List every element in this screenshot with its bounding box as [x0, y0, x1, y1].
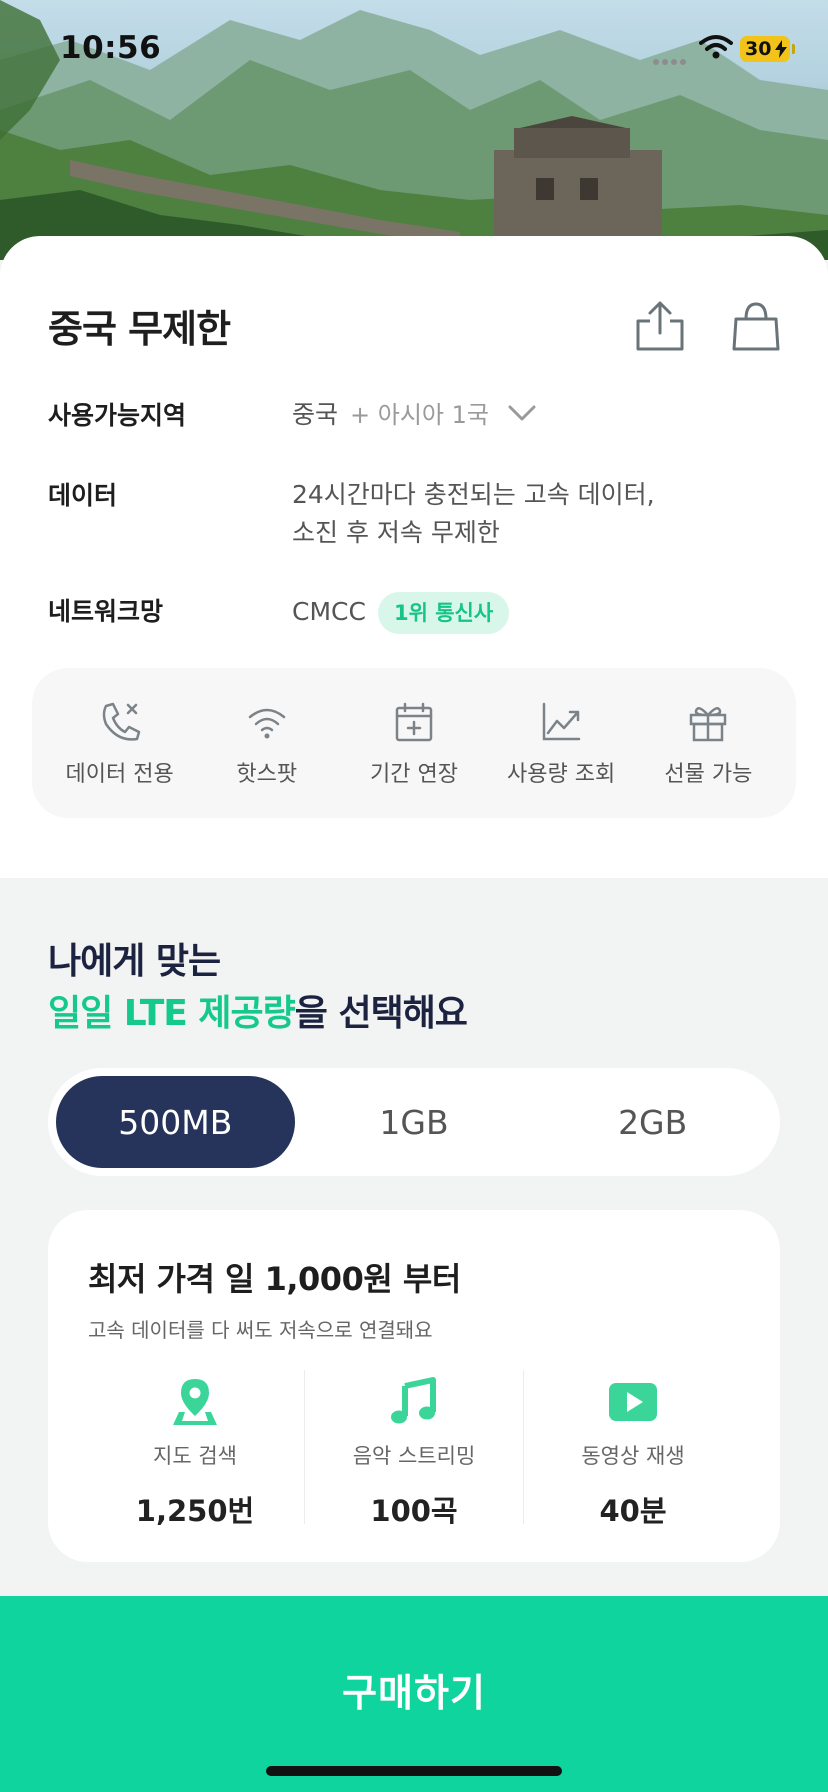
feature-label: 선물 가능 — [664, 762, 753, 787]
usage-value: 40분 — [599, 1494, 667, 1528]
cart-button[interactable] — [728, 298, 784, 354]
usage-label: 지도 검색 — [153, 1444, 237, 1468]
feature-label: 핫스팟 — [236, 762, 298, 787]
product-card: 중국 무제한 사용가능지역 중국 + 아시아 1국 데이터 24시간마다 충전되는… — [0, 236, 828, 878]
battery-indicator: 30 — [740, 36, 790, 62]
buy-label: 구매하기 — [342, 1671, 486, 1715]
usage-music-streaming: 음악 스트리밍 100곡 — [305, 1370, 523, 1530]
selection-heading: 나에게 맞는 일일 LTE 제공량을 선택해요 — [48, 936, 468, 1040]
data-value: 24시간마다 충전되는 고속 데이터, 소진 후 저속 무제한 — [292, 476, 655, 552]
battery-level: 30 — [745, 38, 772, 60]
chevron-down-icon — [508, 405, 536, 421]
play-video-icon — [609, 1383, 657, 1421]
cellular-signal-icon — [653, 50, 689, 69]
share-icon — [636, 301, 684, 351]
status-time: 10:56 — [60, 30, 162, 66]
usage-value: 100곡 — [370, 1494, 458, 1528]
music-note-icon — [391, 1377, 436, 1424]
usage-examples: 지도 검색 1,250번 음악 스트리밍 100곡 동영상 재생 40분 — [48, 1370, 780, 1530]
data-line-2: 소진 후 저속 무제한 — [292, 518, 500, 547]
product-title: 중국 무제한 — [48, 307, 231, 351]
feature-data-only: 데이터 전용 — [50, 668, 190, 818]
price-card: 최저 가격 일 1,000원 부터 고속 데이터를 다 써도 저속으로 연결돼요… — [48, 1210, 780, 1562]
data-line-1: 24시간마다 충전되는 고속 데이터, — [292, 480, 655, 509]
network-name: CMCC — [292, 597, 366, 626]
battery-cap — [792, 44, 795, 54]
feature-label: 기간 연장 — [369, 762, 458, 787]
network-badge: 1위 통신사 — [377, 592, 510, 634]
network-value: CMCC 1위 통신사 — [292, 592, 510, 634]
wifi-status-icon — [699, 35, 733, 59]
region-extra: + 아시아 1국 — [350, 401, 489, 429]
option-2gb[interactable]: 2GB — [533, 1076, 772, 1168]
network-label: 네트워크망 — [48, 597, 164, 626]
map-pin-icon — [173, 1379, 217, 1425]
status-bar: 10:56 30 — [0, 0, 828, 100]
feature-extend-period: 기간 연장 — [344, 668, 484, 818]
feature-giftable: 선물 가능 — [638, 668, 778, 818]
option-500mb[interactable]: 500MB — [56, 1076, 295, 1168]
feature-label: 데이터 전용 — [65, 762, 174, 787]
feature-usage-check: 사용량 조회 — [491, 668, 631, 818]
feature-hotspot: 핫스팟 — [197, 668, 337, 818]
gift-icon — [690, 707, 727, 742]
usage-video-playback: 동영상 재생 40분 — [524, 1370, 742, 1530]
buy-button[interactable]: 구매하기 — [0, 1596, 828, 1792]
heading-accent: 일일 LTE 제공량 — [48, 993, 296, 1034]
heading-line-1: 나에게 맞는 — [48, 941, 221, 982]
chart-up-icon — [542, 702, 581, 741]
feature-label: 사용량 조회 — [507, 762, 616, 787]
usage-label: 음악 스트리밍 — [352, 1444, 476, 1468]
shopping-bag-icon — [732, 302, 780, 351]
usage-label: 동영상 재생 — [581, 1444, 685, 1468]
share-button[interactable] — [632, 298, 688, 354]
usage-value: 1,250번 — [135, 1494, 255, 1528]
data-amount-selector: 500MB 1GB 2GB — [48, 1068, 780, 1176]
price-subtitle: 고속 데이터를 다 써도 저속으로 연결돼요 — [88, 1318, 433, 1342]
option-1gb[interactable]: 1GB — [295, 1076, 534, 1168]
wifi-icon — [248, 708, 286, 739]
calendar-plus-icon — [395, 702, 433, 742]
data-label: 데이터 — [48, 481, 118, 510]
heading-rest: 을 선택해요 — [294, 993, 468, 1034]
home-indicator — [266, 1766, 562, 1776]
region-main: 중국 — [292, 400, 339, 429]
feature-list: 데이터 전용 핫스팟 기간 연장 사용량 조회 선물 가능 — [32, 668, 796, 818]
region-label: 사용가능지역 — [48, 401, 187, 430]
usage-map-search: 지도 검색 1,250번 — [86, 1370, 304, 1530]
charging-bolt-icon — [775, 40, 787, 58]
region-value[interactable]: 중국 + 아시아 1국 — [292, 396, 537, 434]
phone-off-icon — [102, 702, 140, 741]
price-title: 최저 가격 일 1,000원 부터 — [88, 1260, 461, 1298]
